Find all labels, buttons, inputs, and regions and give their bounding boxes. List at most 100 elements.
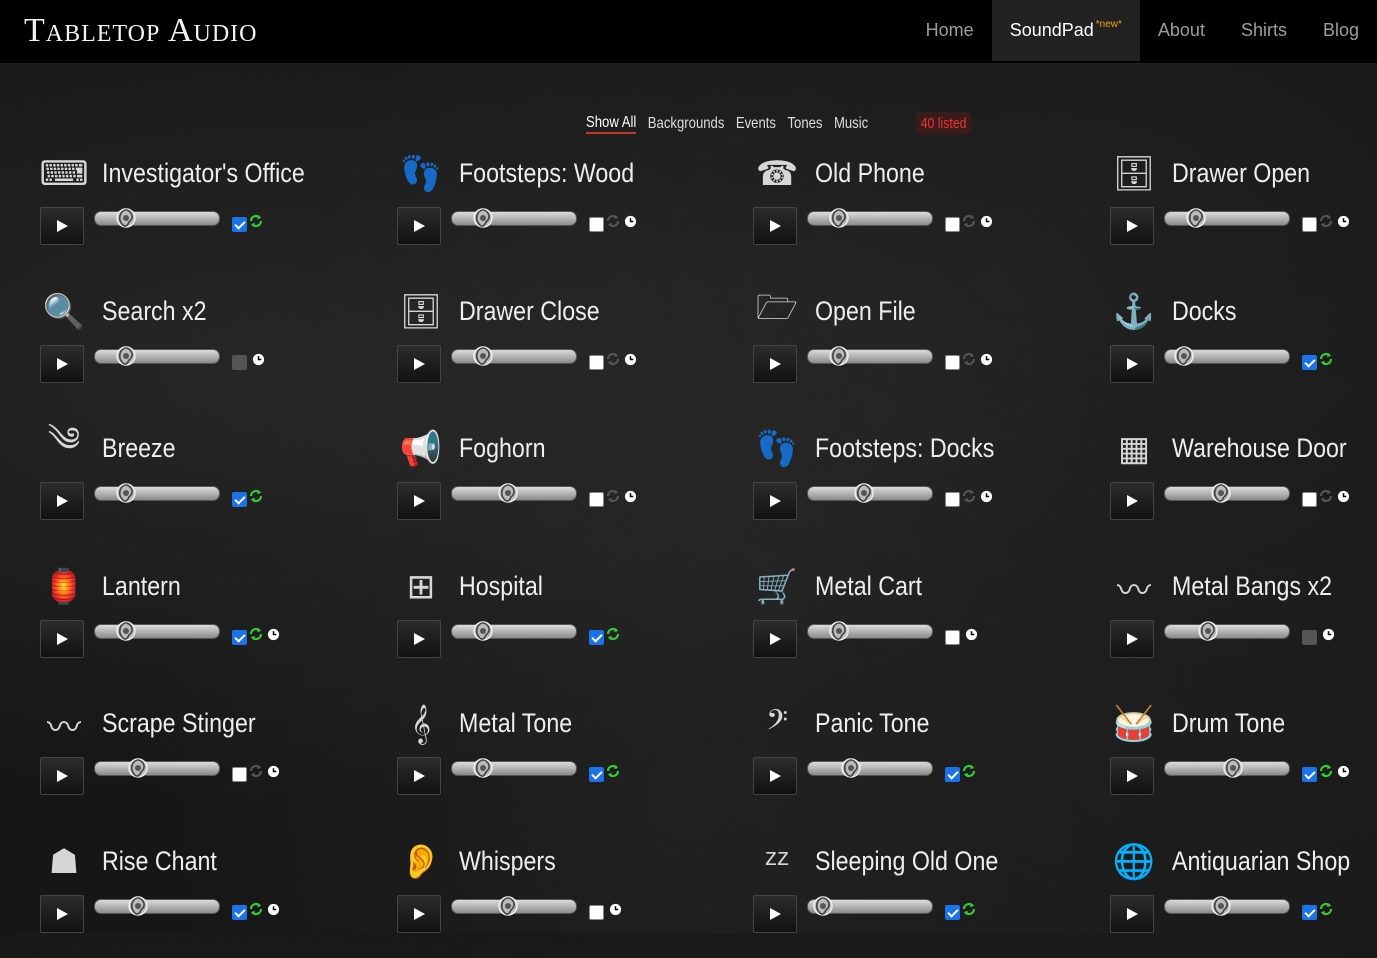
loop-icon[interactable] <box>1319 489 1333 503</box>
loop-icon[interactable] <box>606 352 620 366</box>
play-button[interactable] <box>753 757 797 795</box>
slider-knob-icon[interactable] <box>1219 753 1247 783</box>
loop-icon[interactable] <box>1319 902 1333 916</box>
timer-clock-icon[interactable] <box>624 490 637 503</box>
volume-slider[interactable] <box>451 758 577 778</box>
slider-knob-icon[interactable] <box>124 891 152 921</box>
volume-slider[interactable] <box>94 346 220 366</box>
play-button[interactable] <box>753 620 797 658</box>
timer-clock-icon[interactable] <box>980 215 993 228</box>
volume-slider[interactable] <box>1164 758 1290 778</box>
loop-icon[interactable] <box>249 214 263 228</box>
volume-slider[interactable] <box>807 621 933 641</box>
timer-clock-icon[interactable] <box>267 765 280 778</box>
slider-knob-icon[interactable] <box>1194 616 1222 646</box>
loop-checkbox[interactable] <box>945 217 960 232</box>
loop-checkbox[interactable] <box>232 630 247 645</box>
volume-slider[interactable] <box>451 346 577 366</box>
loop-icon[interactable] <box>606 489 620 503</box>
volume-slider[interactable] <box>94 208 220 228</box>
loop-checkbox[interactable] <box>232 492 247 507</box>
volume-slider[interactable] <box>1164 346 1290 366</box>
loop-checkbox[interactable] <box>1302 905 1317 920</box>
play-button[interactable] <box>397 345 441 383</box>
play-button[interactable] <box>753 345 797 383</box>
slider-knob-icon[interactable] <box>809 891 837 921</box>
slider-knob-icon[interactable] <box>837 753 865 783</box>
loop-checkbox[interactable] <box>945 492 960 507</box>
loop-icon[interactable] <box>1319 214 1333 228</box>
slider-knob-icon[interactable] <box>112 341 140 371</box>
play-button[interactable] <box>40 620 84 658</box>
play-button[interactable] <box>753 895 797 933</box>
volume-slider[interactable] <box>451 621 577 641</box>
loop-icon[interactable] <box>962 214 976 228</box>
loop-icon[interactable] <box>249 627 263 641</box>
play-button[interactable] <box>1110 895 1154 933</box>
timer-clock-icon[interactable] <box>267 628 280 641</box>
slider-knob-icon[interactable] <box>124 753 152 783</box>
loop-checkbox[interactable] <box>945 767 960 782</box>
slider-knob-icon[interactable] <box>112 616 140 646</box>
timer-clock-icon[interactable] <box>1322 628 1335 641</box>
play-button[interactable] <box>40 207 84 245</box>
loop-icon[interactable] <box>606 214 620 228</box>
slider-knob-icon[interactable] <box>469 341 497 371</box>
loop-icon[interactable] <box>962 764 976 778</box>
loop-checkbox[interactable] <box>1302 355 1317 370</box>
volume-slider[interactable] <box>1164 896 1290 916</box>
loop-checkbox[interactable] <box>232 217 247 232</box>
play-button[interactable] <box>753 207 797 245</box>
play-button[interactable] <box>753 482 797 520</box>
timer-clock-icon[interactable] <box>252 353 265 366</box>
loop-checkbox[interactable] <box>945 630 960 645</box>
loop-checkbox[interactable] <box>945 355 960 370</box>
loop-checkbox[interactable] <box>1302 492 1317 507</box>
volume-slider[interactable] <box>807 483 933 503</box>
loop-icon[interactable] <box>249 902 263 916</box>
timer-clock-icon[interactable] <box>624 353 637 366</box>
loop-icon[interactable] <box>1319 764 1333 778</box>
timer-clock-icon[interactable] <box>609 903 622 916</box>
play-button[interactable] <box>1110 207 1154 245</box>
play-button[interactable] <box>397 757 441 795</box>
volume-slider[interactable] <box>1164 483 1290 503</box>
volume-slider[interactable] <box>94 483 220 503</box>
volume-slider[interactable] <box>807 208 933 228</box>
play-button[interactable] <box>40 895 84 933</box>
volume-slider[interactable] <box>807 758 933 778</box>
loop-icon[interactable] <box>606 627 620 641</box>
timer-clock-icon[interactable] <box>965 628 978 641</box>
slider-knob-icon[interactable] <box>1170 341 1198 371</box>
loop-checkbox[interactable] <box>1302 767 1317 782</box>
volume-slider[interactable] <box>1164 621 1290 641</box>
loop-icon[interactable] <box>962 489 976 503</box>
volume-slider[interactable] <box>451 208 577 228</box>
play-button[interactable] <box>397 620 441 658</box>
play-button[interactable] <box>1110 757 1154 795</box>
slider-knob-icon[interactable] <box>850 478 878 508</box>
loop-checkbox[interactable] <box>589 630 604 645</box>
play-button[interactable] <box>40 482 84 520</box>
loop-icon[interactable] <box>962 352 976 366</box>
volume-slider[interactable] <box>94 896 220 916</box>
loop-checkbox[interactable] <box>589 767 604 782</box>
slider-knob-icon[interactable] <box>1207 478 1235 508</box>
play-button[interactable] <box>1110 620 1154 658</box>
volume-slider[interactable] <box>94 621 220 641</box>
loop-checkbox[interactable] <box>589 905 604 920</box>
volume-slider[interactable] <box>94 758 220 778</box>
slider-knob-icon[interactable] <box>469 616 497 646</box>
loop-checkbox[interactable] <box>589 355 604 370</box>
play-button[interactable] <box>40 757 84 795</box>
volume-slider[interactable] <box>807 346 933 366</box>
timer-clock-icon[interactable] <box>267 903 280 916</box>
loop-checkbox[interactable] <box>232 767 247 782</box>
slider-knob-icon[interactable] <box>825 341 853 371</box>
timer-clock-icon[interactable] <box>1337 215 1350 228</box>
play-button[interactable] <box>397 895 441 933</box>
loop-icon[interactable] <box>249 489 263 503</box>
volume-slider[interactable] <box>807 896 933 916</box>
slider-knob-icon[interactable] <box>1182 203 1210 233</box>
play-button[interactable] <box>397 482 441 520</box>
